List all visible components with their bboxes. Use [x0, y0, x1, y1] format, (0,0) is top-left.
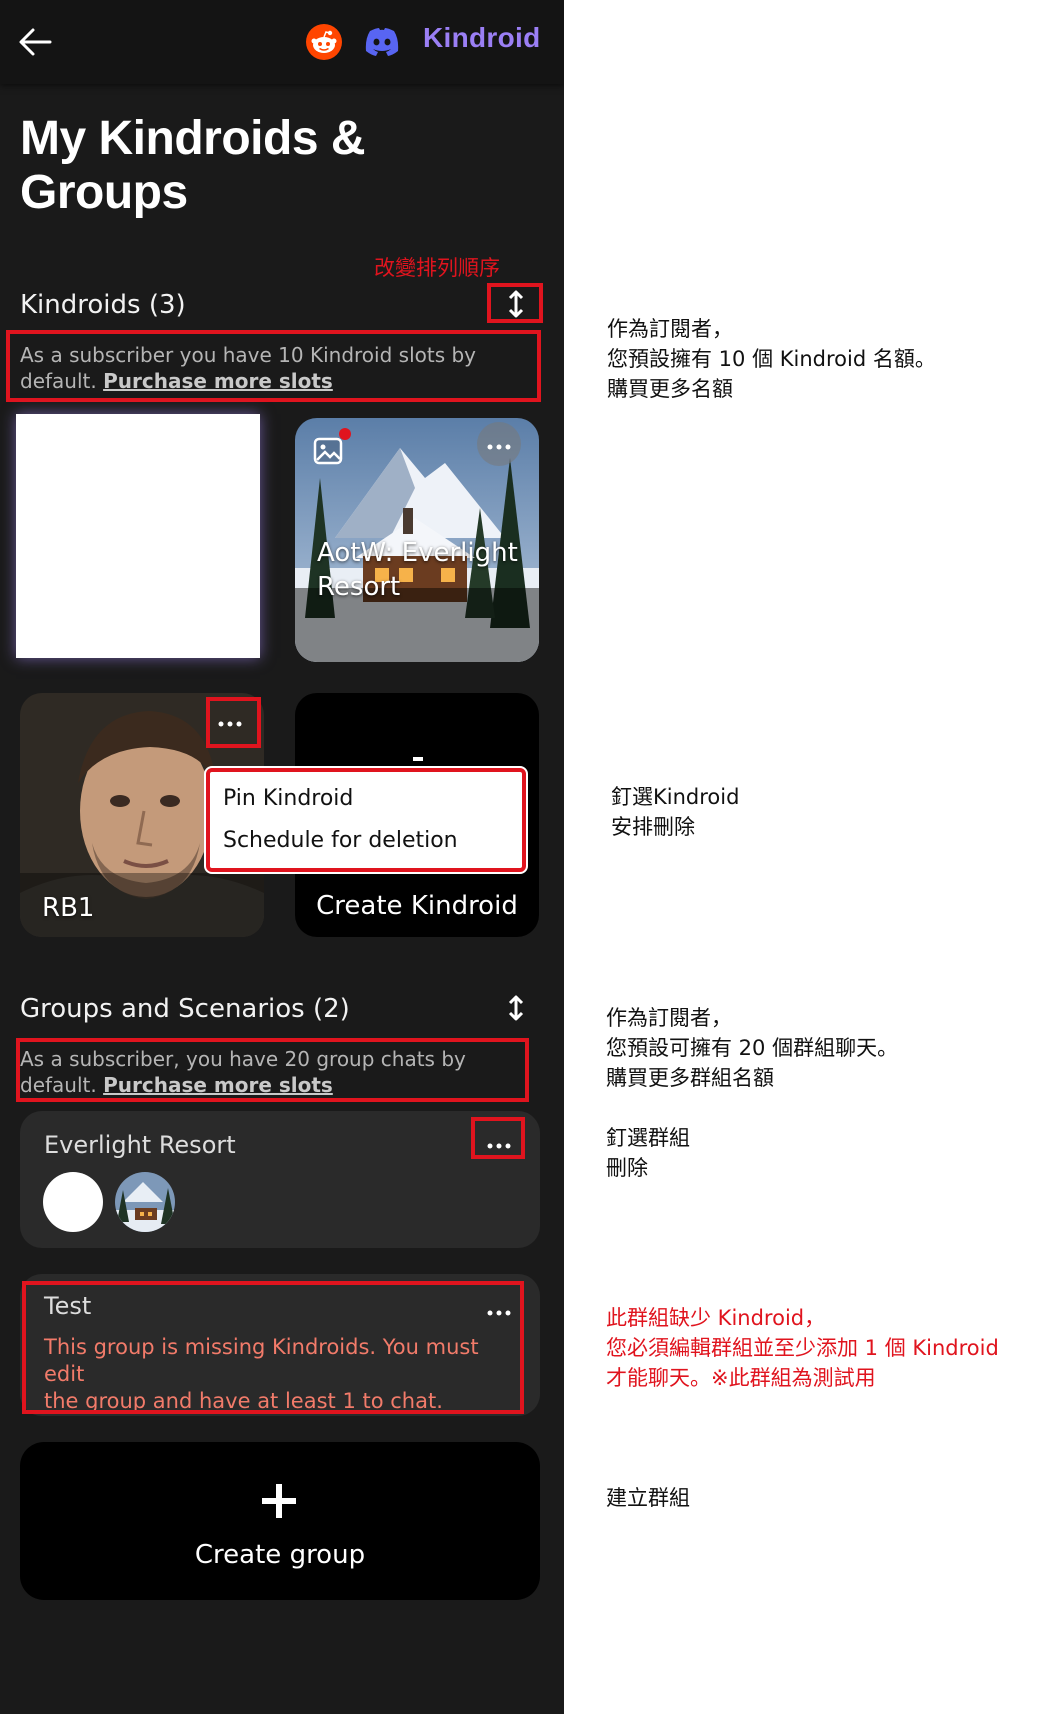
new-indicator-dot	[339, 428, 351, 440]
sort-groups-button[interactable]	[491, 990, 541, 1030]
kindroid-card-more-button[interactable]	[477, 422, 521, 466]
sort-vertical-icon	[508, 995, 524, 1025]
create-kindroid-label: Create Kindroid	[316, 891, 518, 921]
annotation-group-slots: 作為訂閱者， 您預設可擁有 20 個群組聊天。 購買更多群組名額	[606, 1006, 899, 1090]
image-icon[interactable]	[313, 436, 343, 466]
highlight-group-more-button	[471, 1117, 525, 1159]
create-group-label: Create group	[194, 1540, 366, 1570]
groups-heading: Groups and Scenarios (2)	[20, 994, 350, 1024]
annotation-kindroid-menu: 釘選Kindroid 安排刪除	[611, 785, 740, 839]
pin-kindroid-item[interactable]: Pin Kindroid	[223, 786, 353, 811]
group-card-everlight[interactable]: Everlight Resort	[20, 1111, 540, 1248]
brand-logo[interactable]: Kindroid	[423, 22, 541, 54]
more-horizontal-icon	[487, 435, 511, 454]
group-name: Everlight Resort	[44, 1131, 236, 1159]
kindroid-card-label: AotW: Everlight Resort	[317, 538, 518, 602]
annotation-kindroid-slots: 作為訂閱者， 您預設擁有 10 個 Kindroid 名額。 購買更多名額	[607, 317, 936, 401]
annotation-group-menu: 釘選群組 刪除	[606, 1126, 690, 1180]
highlight-more-button	[206, 697, 261, 748]
kindroid-context-menu: Pin Kindroid Schedule for deletion	[206, 768, 526, 872]
highlight-test-group	[22, 1281, 524, 1414]
annotation-missing-kindroids: 此群組缺少 Kindroid， 您必須編輯群組並至少添加 1 個 Kindroi…	[606, 1306, 999, 1390]
kindroid-card-label: RB1	[42, 893, 95, 923]
plus-icon	[413, 757, 423, 761]
member-avatar	[115, 1172, 175, 1232]
highlight-sort-button	[487, 283, 543, 323]
page-title: My Kindroids & Groups	[20, 112, 366, 219]
annotation-sort-order: 改變排列順序	[374, 256, 500, 280]
annotation-create-group: 建立群組	[606, 1486, 690, 1510]
discord-icon[interactable]	[362, 24, 402, 60]
top-bar: Kindroid	[0, 0, 564, 84]
kindroid-card-hidden[interactable]	[16, 414, 260, 658]
back-arrow-icon[interactable]	[16, 22, 56, 62]
kindroid-card-everlight[interactable]: AotW: Everlight Resort	[295, 418, 539, 662]
reddit-icon[interactable]	[306, 24, 342, 60]
member-avatar	[43, 1172, 103, 1232]
highlight-group-slots-note	[16, 1038, 529, 1102]
highlight-kindroid-slots-note	[6, 330, 541, 402]
kindroids-heading: Kindroids (3)	[20, 290, 186, 320]
create-group-button[interactable]: Create group	[20, 1442, 540, 1600]
schedule-deletion-item[interactable]: Schedule for deletion	[223, 828, 458, 853]
plus-icon	[260, 1482, 298, 1524]
